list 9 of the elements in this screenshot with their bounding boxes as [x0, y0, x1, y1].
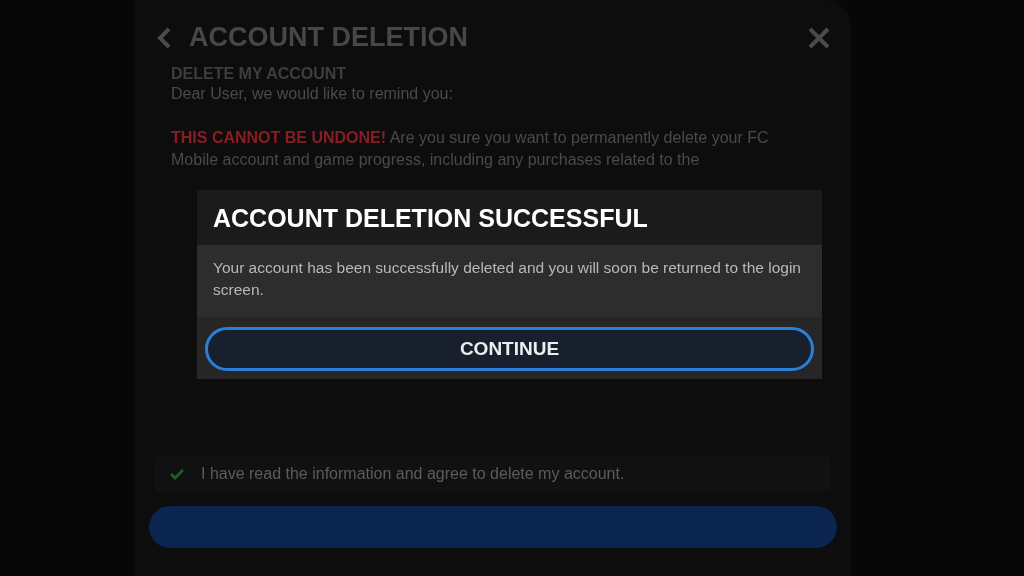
page-title: ACCOUNT DELETION — [189, 22, 468, 53]
dialog-title: ACCOUNT DELETION SUCCESSFUL — [197, 190, 822, 245]
dialog-message: Your account has been successfully deleted and you will soon be returned to the login screen. — [212, 258, 802, 300]
agree-label: I have read the information and agree to delete my account. — [201, 465, 625, 483]
warning-paragraph: THIS CANNOT BE UNDONE! Are you sure you want to permanently delete your FC Mobile account and game progress, including any purchases related to the — [171, 128, 770, 170]
greeting-text: Dear User, we would like to remind you: — [171, 84, 454, 104]
close-button[interactable] — [807, 25, 831, 50]
continue-button[interactable]: CONTINUE — [205, 327, 814, 371]
back-button[interactable] — [155, 25, 173, 50]
